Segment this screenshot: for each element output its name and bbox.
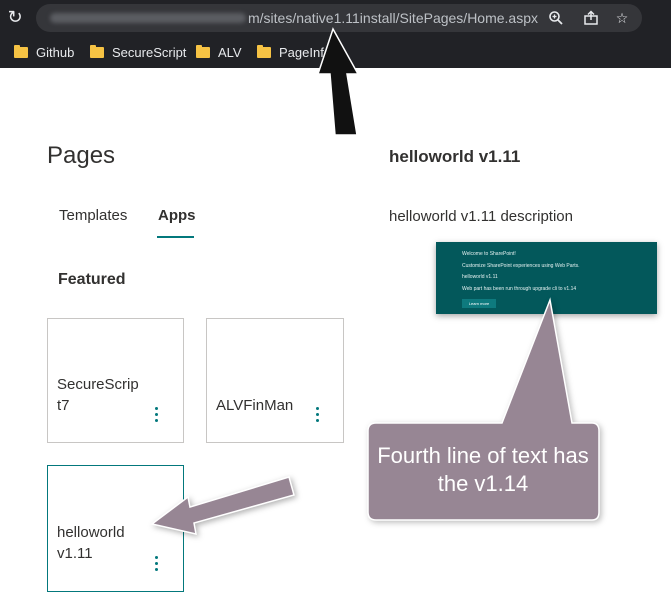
callout-text: Fourth line of text has the v1.14	[377, 443, 589, 496]
mauve-arrow-icon	[150, 476, 295, 535]
black-arrow-icon	[316, 27, 360, 136]
annotation-overlay	[150, 27, 600, 535]
